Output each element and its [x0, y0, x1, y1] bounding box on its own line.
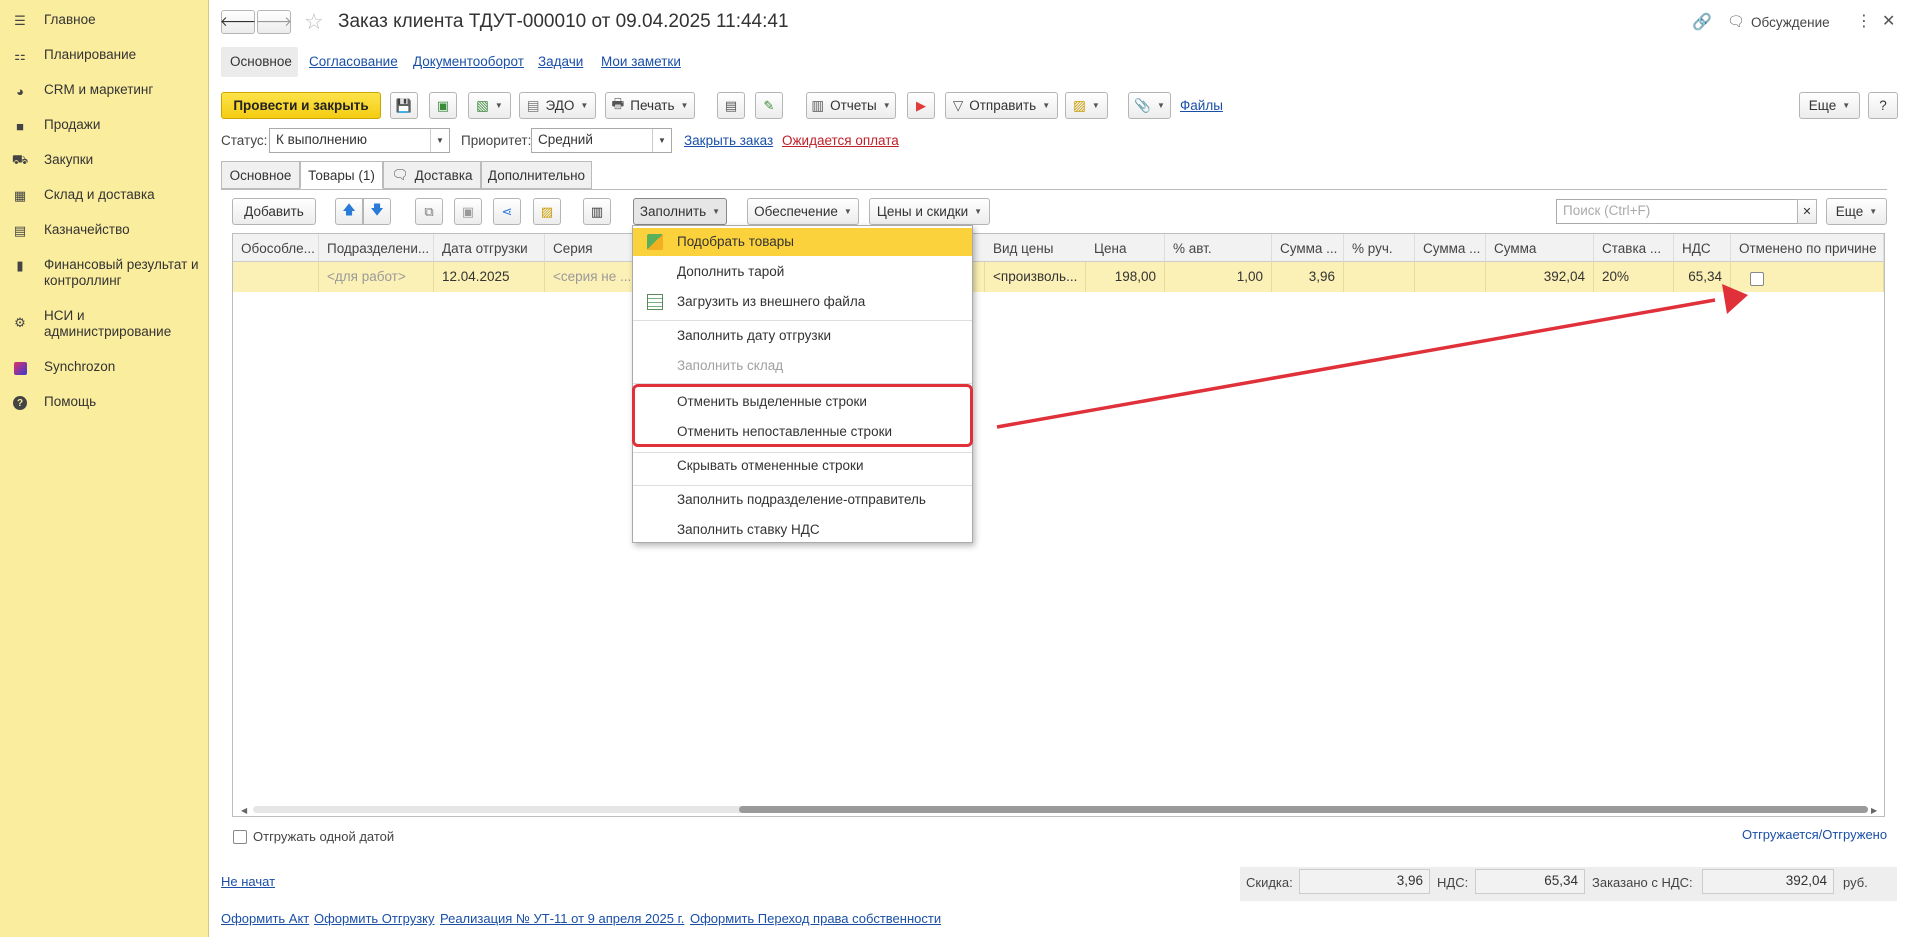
discount-value: 3,96	[1299, 869, 1430, 894]
currency-label: руб.	[1843, 875, 1868, 890]
discount-label: Скидка:	[1246, 875, 1293, 890]
ordered-with-vat-value: 392,04	[1702, 869, 1834, 894]
realization-link[interactable]: Реализация № УТ-11 от 9 апреля 2025 г.	[440, 911, 684, 926]
create-shipment-link[interactable]: Оформить Отгрузку	[314, 911, 435, 926]
ship-one-date-label: Отгружать одной датой	[253, 829, 395, 844]
ordered-with-vat-label: Заказано с НДС:	[1592, 875, 1693, 890]
annotation-arrow	[996, 284, 1748, 429]
status-not-started-link[interactable]: Не начат	[221, 874, 275, 889]
vat-value: 65,34	[1475, 869, 1585, 894]
shipped-link[interactable]: Отгружается/Отгружено	[1742, 827, 1887, 842]
ownership-transfer-link[interactable]: Оформить Переход права собственности	[690, 911, 941, 926]
create-act-link[interactable]: Оформить Акт	[221, 911, 309, 926]
vat-label: НДС:	[1437, 875, 1469, 890]
ship-one-date-checkbox[interactable]	[233, 830, 247, 844]
